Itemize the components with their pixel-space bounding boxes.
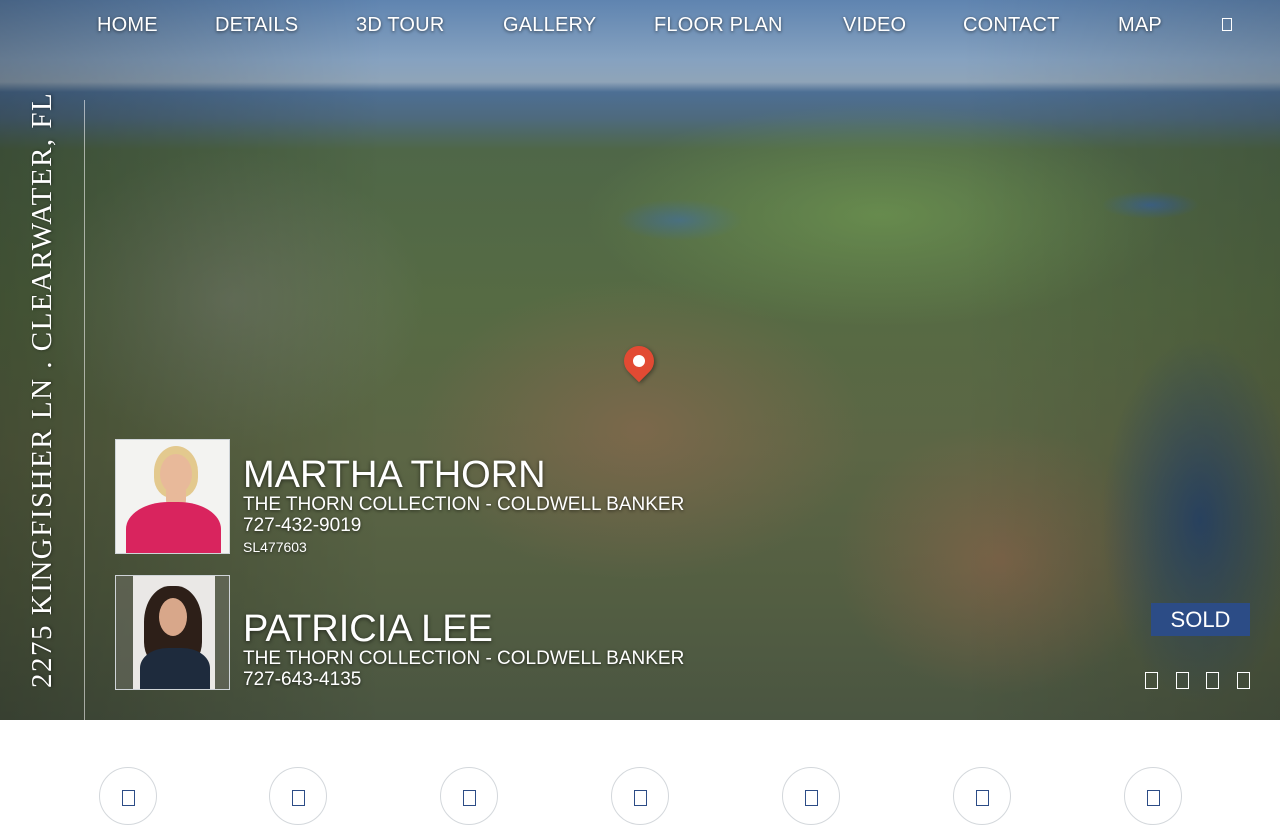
agent-phone[interactable]: 727-432-9019: [243, 515, 361, 537]
nav-contact[interactable]: CONTACT: [963, 14, 1060, 37]
bottom-button-map[interactable]: [1124, 767, 1182, 825]
agent-photo-patricia-lee: [115, 575, 230, 690]
address-divider: [84, 100, 85, 720]
agent-company: THE THORN COLLECTION - COLDWELL BANKER: [243, 494, 685, 515]
agent-name: MARTHA THORN: [243, 454, 546, 496]
agent-name: PATRICIA LEE: [243, 608, 493, 650]
bottom-button-tour[interactable]: [269, 767, 327, 825]
nav-video[interactable]: VIDEO: [843, 14, 906, 37]
nav-gallery[interactable]: GALLERY: [503, 14, 596, 37]
agent-photo-martha-thorn: [115, 439, 230, 554]
nav-home[interactable]: HOME: [97, 14, 158, 37]
slider-dot[interactable]: [1176, 672, 1189, 689]
agent-license: SL477603: [243, 539, 307, 555]
property-address: 2275 KINGFISHER LN . CLEARWATER, FL: [26, 91, 58, 688]
tour-icon: [292, 790, 305, 806]
gallery-icon: [463, 790, 476, 806]
slider-dot[interactable]: [1237, 672, 1250, 689]
bottom-button-video[interactable]: [782, 767, 840, 825]
slider-dot[interactable]: [1206, 672, 1219, 689]
top-nav: HOME DETAILS 3D TOUR GALLERY FLOOR PLAN …: [0, 0, 1280, 52]
nav-details[interactable]: DETAILS: [215, 14, 298, 37]
bottom-button-gallery[interactable]: [440, 767, 498, 825]
nav-map[interactable]: MAP: [1118, 14, 1162, 37]
slider-dot[interactable]: [1145, 672, 1158, 689]
nav-floor-plan[interactable]: FLOOR PLAN: [654, 14, 783, 37]
floor-plan-icon: [634, 790, 647, 806]
agent-company: THE THORN COLLECTION - COLDWELL BANKER: [243, 648, 685, 669]
bottom-button-floor-plan[interactable]: [611, 767, 669, 825]
nav-3d-tour[interactable]: 3D TOUR: [356, 14, 444, 37]
video-icon: [805, 790, 818, 806]
bottom-button-details[interactable]: [99, 767, 157, 825]
bottom-button-contact[interactable]: [953, 767, 1011, 825]
map-icon: [1147, 790, 1160, 806]
menu-icon[interactable]: [1222, 18, 1232, 31]
contact-icon: [976, 790, 989, 806]
details-icon: [122, 790, 135, 806]
status-badge: SOLD: [1151, 603, 1250, 636]
agent-phone[interactable]: 727-643-4135: [243, 669, 361, 691]
